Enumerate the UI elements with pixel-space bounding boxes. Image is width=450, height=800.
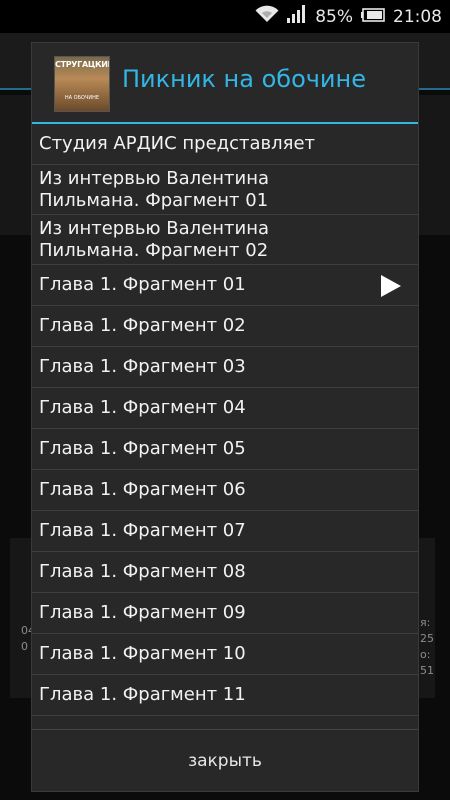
chapter-list-item[interactable]: Глава 1. Фрагмент 11 [32, 675, 418, 716]
chapter-item-label: Из интервью Валентина Пильмана. Фрагмент… [39, 217, 270, 261]
cover-subtitle-text: НА ОБОЧИНЕ [64, 95, 100, 101]
status-bar: 85% 21:08 [0, 0, 450, 33]
background-text: 25 [420, 632, 434, 645]
background-text: 0 [21, 640, 28, 653]
book-cover-image: СТРУГАЦКИЕ НА ОБОЧИНЕ [54, 56, 110, 112]
chapter-list-item[interactable]: Студия АРДИС представляет [32, 124, 418, 165]
chapter-list-item[interactable]: Из интервью Валентина Пильмана. Фрагмент… [32, 165, 418, 215]
battery-icon [361, 7, 385, 27]
chapter-item-label: Глава 1. Фрагмент 03 [39, 356, 246, 377]
chapter-list-item[interactable]: Глава 1. Фрагмент 06 [32, 470, 418, 511]
chapter-list: Студия АРДИС представляет Из интервью Вал… [32, 124, 418, 716]
close-button[interactable]: закрыть [32, 730, 418, 791]
chapter-item-label: Глава 1. Фрагмент 07 [39, 520, 246, 541]
chapter-list-item[interactable]: Глава 1. Фрагмент 03 [32, 347, 418, 388]
chapter-list-item[interactable]: Из интервью Валентина Пильмана. Фрагмент… [32, 215, 418, 265]
cover-author-text: СТРУГАЦКИЕ [55, 60, 110, 69]
play-icon [379, 275, 401, 297]
signal-icon [287, 5, 307, 28]
background-text: 51 [420, 664, 434, 677]
chapter-list-item[interactable]: Глава 1. Фрагмент 04 [32, 388, 418, 429]
chapter-item-label: Глава 1. Фрагмент 08 [39, 561, 246, 582]
chapter-list-item[interactable]: Глава 1. Фрагмент 08 [32, 552, 418, 593]
chapter-list-item[interactable]: Глава 1. Фрагмент 01 [32, 265, 418, 306]
background-text: о: [420, 648, 431, 661]
chapter-item-label: Глава 1. Фрагмент 04 [39, 397, 246, 418]
chapter-item-label: Глава 1. Фрагмент 10 [39, 643, 246, 664]
dialog-title: Пикник на обочине [122, 65, 366, 93]
chapter-item-label: Глава 1. Фрагмент 01 [39, 274, 246, 295]
chapter-list-item[interactable]: Глава 1. Фрагмент 07 [32, 511, 418, 552]
wifi-icon [255, 5, 279, 28]
chapter-list-dialog: СТРУГАЦКИЕ НА ОБОЧИНЕ Пикник на обочине … [31, 42, 419, 792]
chapter-item-label: Глава 1. Фрагмент 06 [39, 479, 246, 500]
chapter-item-label: Глава 1. Фрагмент 05 [39, 438, 246, 459]
chapter-item-label: Глава 1. Фрагмент 11 [39, 684, 246, 705]
status-bar-right: 85% 21:08 [255, 0, 442, 33]
chapter-list-item[interactable]: Глава 1. Фрагмент 09 [32, 593, 418, 634]
chapter-item-label: Из интервью Валентина Пильмана. Фрагмент… [39, 167, 270, 211]
battery-percent: 85% [315, 6, 353, 27]
dialog-header: СТРУГАЦКИЕ НА ОБОЧИНЕ Пикник на обочине [32, 43, 418, 123]
chapter-list-item[interactable]: Глава 1. Фрагмент 05 [32, 429, 418, 470]
chapter-list-item[interactable]: Глава 1. Фрагмент 02 [32, 306, 418, 347]
chapter-item-label: Глава 1. Фрагмент 09 [39, 602, 246, 623]
background-text: я: [420, 616, 431, 629]
chapter-item-label: Глава 1. Фрагмент 02 [39, 315, 246, 336]
clock: 21:08 [393, 6, 442, 27]
chapter-item-label: Студия АРДИС представляет [39, 133, 316, 154]
chapter-list-item[interactable]: Глава 1. Фрагмент 10 [32, 634, 418, 675]
